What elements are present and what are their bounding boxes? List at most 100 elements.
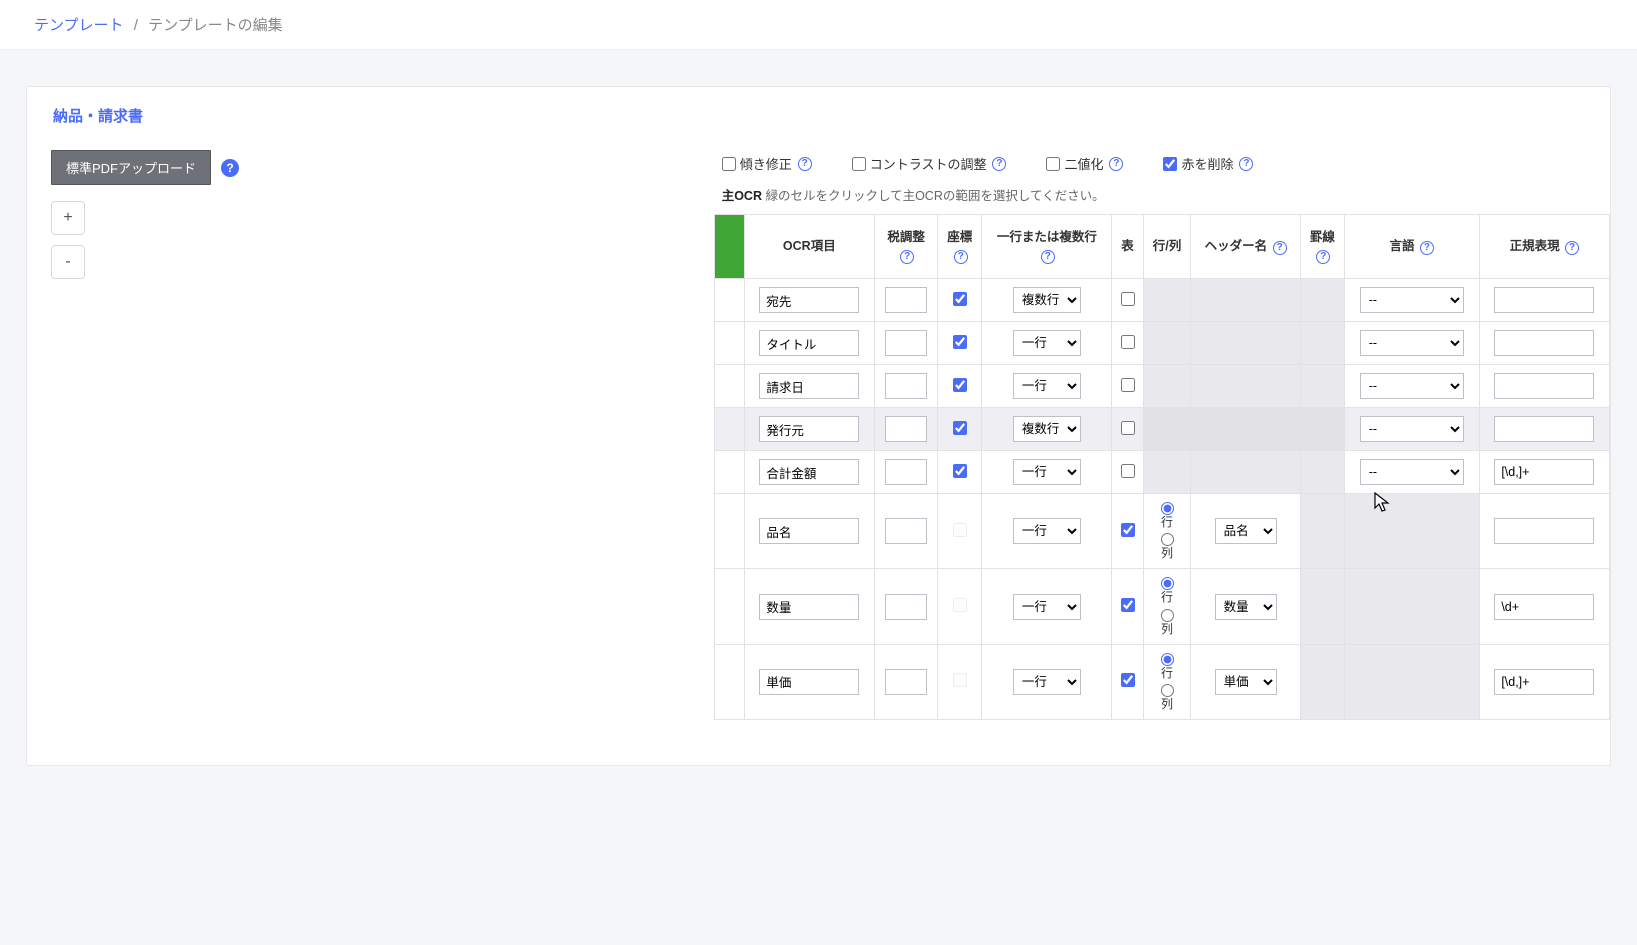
- help-icon[interactable]: ?: [1041, 250, 1055, 264]
- drag-handle-header[interactable]: [714, 215, 744, 279]
- drag-cell[interactable]: [714, 569, 744, 644]
- drag-cell[interactable]: [714, 494, 744, 569]
- regex-input[interactable]: [1494, 287, 1594, 313]
- ocr-row: 一行複数行 --: [714, 322, 1609, 365]
- lines-select[interactable]: 一行複数行: [1013, 459, 1081, 485]
- coord-checkbox[interactable]: [953, 378, 967, 392]
- tax-input[interactable]: [885, 594, 927, 620]
- lines-select[interactable]: 一行複数行: [1013, 416, 1081, 442]
- coord-checkbox[interactable]: [953, 464, 967, 478]
- lines-select[interactable]: 一行複数行: [1013, 594, 1081, 620]
- contrast-option[interactable]: コントラストの調整?: [852, 154, 1007, 173]
- ocr-row: 一行複数行 --: [714, 451, 1609, 494]
- help-icon[interactable]: ?: [1316, 250, 1330, 264]
- regex-input[interactable]: [1494, 416, 1594, 442]
- ocr-item-input[interactable]: [759, 287, 859, 313]
- skew-option[interactable]: 傾き修正?: [722, 154, 812, 173]
- rowcol-radio-row[interactable]: [1161, 502, 1174, 515]
- remove-red-option[interactable]: 赤を削除?: [1163, 154, 1253, 173]
- ocr-item-input[interactable]: [759, 518, 859, 544]
- binarize-checkbox[interactable]: [1046, 157, 1060, 171]
- ocr-item-input[interactable]: [759, 373, 859, 399]
- template-edit-panel: 納品・請求書 標準PDFアップロード ? + -: [26, 86, 1611, 766]
- help-icon[interactable]: ?: [954, 250, 968, 264]
- coord-checkbox[interactable]: [953, 421, 967, 435]
- skew-checkbox[interactable]: [722, 157, 736, 171]
- help-icon[interactable]: ?: [1420, 241, 1434, 255]
- lines-select[interactable]: 一行複数行: [1013, 373, 1081, 399]
- table-checkbox[interactable]: [1121, 598, 1135, 612]
- header-name-select[interactable]: 単価: [1215, 669, 1277, 695]
- zoom-out-button[interactable]: -: [51, 245, 85, 279]
- ocr-config-table: OCR項目 税調整? 座標? 一行または複数行? 表 行/列 ヘッダー名 ? 罫…: [714, 214, 1610, 720]
- coord-checkbox[interactable]: [953, 335, 967, 349]
- table-checkbox[interactable]: [1121, 523, 1135, 537]
- regex-input[interactable]: [1494, 330, 1594, 356]
- help-icon[interactable]: ?: [992, 157, 1006, 171]
- drag-cell[interactable]: [714, 408, 744, 451]
- header-name-select[interactable]: 数量: [1215, 594, 1277, 620]
- table-checkbox[interactable]: [1121, 335, 1135, 349]
- lang-select[interactable]: --: [1360, 287, 1464, 313]
- lines-select[interactable]: 一行複数行: [1013, 287, 1081, 313]
- ocr-item-input[interactable]: [759, 330, 859, 356]
- table-checkbox[interactable]: [1121, 421, 1135, 435]
- drag-cell[interactable]: [714, 322, 744, 365]
- rowcol-radio-row[interactable]: [1161, 653, 1174, 666]
- ruled-cell: [1300, 451, 1344, 494]
- table-checkbox[interactable]: [1121, 292, 1135, 306]
- help-icon[interactable]: ?: [798, 157, 812, 171]
- lang-select[interactable]: --: [1360, 373, 1464, 399]
- binarize-option[interactable]: 二値化?: [1046, 154, 1123, 173]
- lang-select[interactable]: --: [1360, 459, 1464, 485]
- tax-input[interactable]: [885, 416, 927, 442]
- help-icon[interactable]: ?: [1109, 157, 1123, 171]
- rowcol-radio-col[interactable]: [1161, 533, 1174, 546]
- lang-select[interactable]: --: [1360, 416, 1464, 442]
- lines-select[interactable]: 一行複数行: [1013, 518, 1081, 544]
- help-icon[interactable]: ?: [900, 250, 914, 264]
- table-checkbox[interactable]: [1121, 464, 1135, 478]
- rowcol-radio-group: 行列: [1150, 653, 1185, 711]
- upload-pdf-button[interactable]: 標準PDFアップロード: [51, 150, 211, 185]
- rowcol-radio-col[interactable]: [1161, 684, 1174, 697]
- ruled-cell: [1300, 644, 1344, 719]
- tax-input[interactable]: [885, 330, 927, 356]
- regex-input[interactable]: [1494, 459, 1594, 485]
- drag-cell[interactable]: [714, 644, 744, 719]
- tax-input[interactable]: [885, 287, 927, 313]
- tax-input[interactable]: [885, 459, 927, 485]
- zoom-in-button[interactable]: +: [51, 201, 85, 235]
- help-icon[interactable]: ?: [221, 159, 239, 177]
- lang-select[interactable]: --: [1360, 330, 1464, 356]
- header-name-select[interactable]: 品名: [1215, 518, 1277, 544]
- coord-checkbox[interactable]: [953, 292, 967, 306]
- ocr-item-input[interactable]: [759, 459, 859, 485]
- ocr-item-input[interactable]: [759, 416, 859, 442]
- ocr-item-input[interactable]: [759, 594, 859, 620]
- drag-cell[interactable]: [714, 451, 744, 494]
- help-icon[interactable]: ?: [1273, 241, 1287, 255]
- regex-input[interactable]: [1494, 669, 1594, 695]
- lines-select[interactable]: 一行複数行: [1013, 669, 1081, 695]
- help-icon[interactable]: ?: [1565, 241, 1579, 255]
- contrast-checkbox[interactable]: [852, 157, 866, 171]
- tax-input[interactable]: [885, 373, 927, 399]
- regex-input[interactable]: [1494, 518, 1594, 544]
- help-icon[interactable]: ?: [1239, 157, 1253, 171]
- lines-select[interactable]: 一行複数行: [1013, 330, 1081, 356]
- drag-cell[interactable]: [714, 365, 744, 408]
- remove-red-checkbox[interactable]: [1163, 157, 1177, 171]
- table-checkbox[interactable]: [1121, 378, 1135, 392]
- tax-input[interactable]: [885, 669, 927, 695]
- ocr-item-input[interactable]: [759, 669, 859, 695]
- drag-cell[interactable]: [714, 279, 744, 322]
- regex-input[interactable]: [1494, 594, 1594, 620]
- tax-input[interactable]: [885, 518, 927, 544]
- preprocess-options: 傾き修正? コントラストの調整? 二値化? 赤を削除?: [714, 150, 1610, 183]
- table-checkbox[interactable]: [1121, 673, 1135, 687]
- rowcol-radio-col[interactable]: [1161, 609, 1174, 622]
- breadcrumb-root[interactable]: テンプレート: [34, 17, 124, 34]
- rowcol-radio-row[interactable]: [1161, 577, 1174, 590]
- regex-input[interactable]: [1494, 373, 1594, 399]
